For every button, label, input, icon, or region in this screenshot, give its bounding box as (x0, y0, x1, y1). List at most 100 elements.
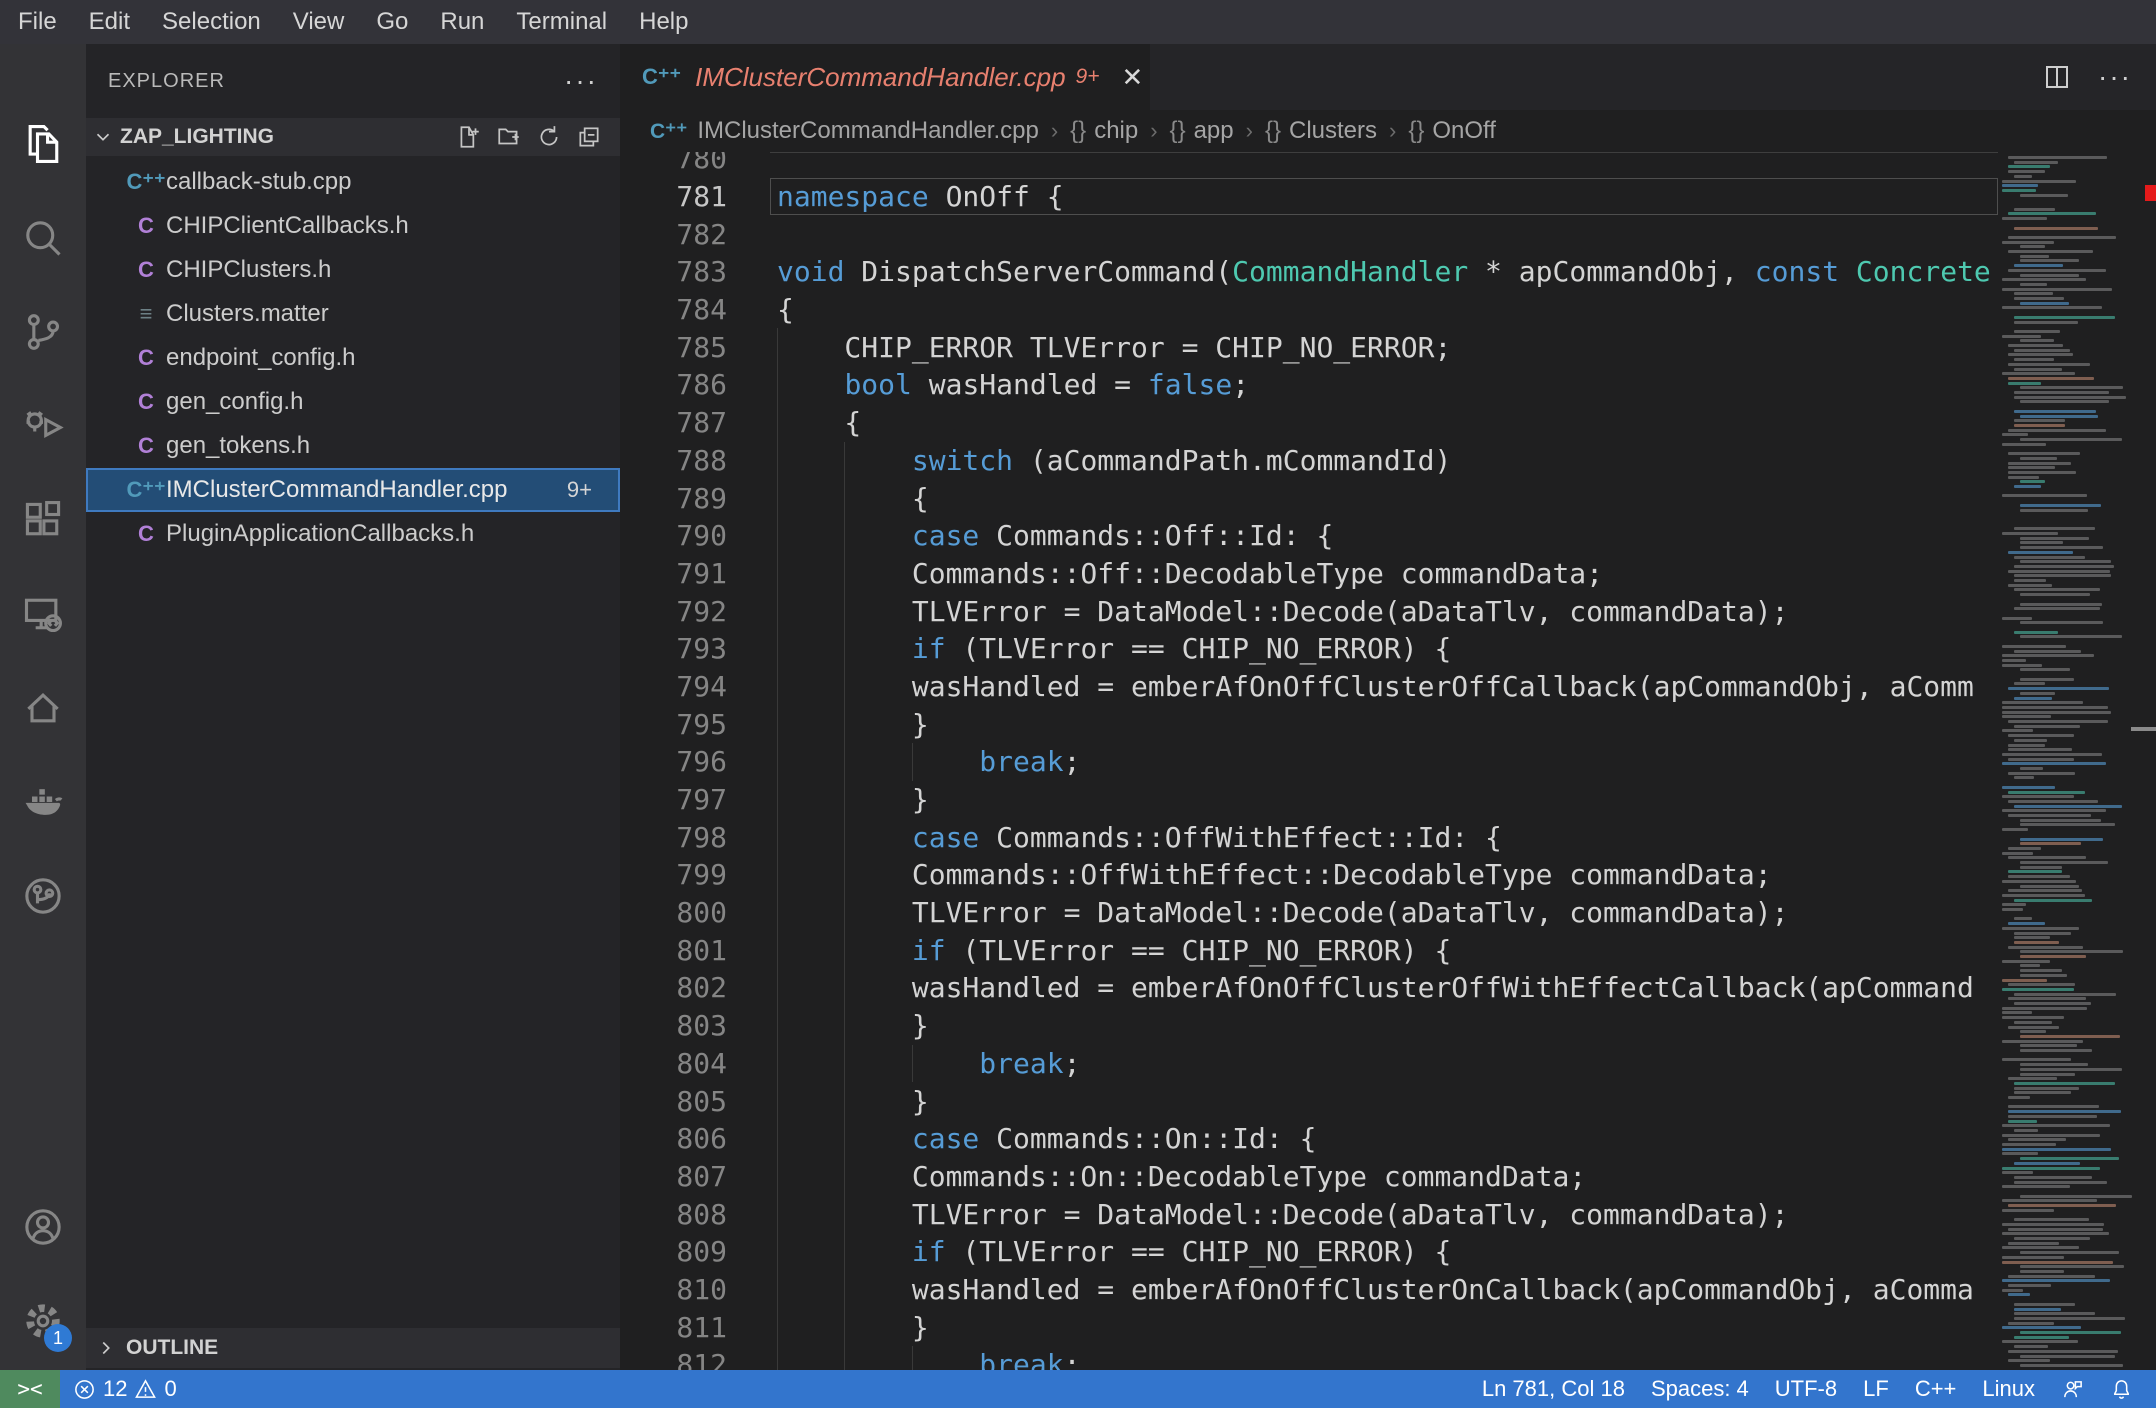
menu-item-go[interactable]: Go (360, 0, 424, 44)
menu-item-help[interactable]: Help (623, 0, 704, 44)
h-file-icon: C (138, 345, 154, 370)
outline-section-header[interactable]: OUTLINE (86, 1328, 620, 1368)
code-line-796[interactable]: 796 break; (620, 743, 1998, 781)
file-name: Clusters.matter (166, 300, 329, 327)
activity-bar-item-circle-branch[interactable] (0, 849, 86, 943)
activity-bar-item-search[interactable] (0, 191, 86, 285)
encoding-status[interactable]: UTF-8 (1762, 1370, 1850, 1408)
code-line-791[interactable]: 791 Commands::Off::DecodableType command… (620, 554, 1998, 593)
code-line-811[interactable]: 811 } (620, 1308, 1998, 1346)
menu-item-run[interactable]: Run (424, 0, 500, 44)
code-line-809[interactable]: 809 if (TLVError == CHIP_NO_ERROR) { (620, 1232, 1998, 1271)
folder-section-header[interactable]: ZAP_LIGHTING (86, 118, 620, 156)
home-icon (27, 693, 59, 723)
feedback-icon[interactable] (2048, 1370, 2097, 1408)
code-line-801[interactable]: 801 if (TLVError == CHIP_NO_ERROR) { (620, 931, 1998, 970)
namespace-symbol-icon: {} (1264, 117, 1281, 144)
breadcrumb-item-onoff[interactable]: {} OnOff (1408, 117, 1496, 145)
code-line-784[interactable]: 784 { (620, 291, 1998, 329)
menu-item-terminal[interactable]: Terminal (500, 0, 623, 44)
indent-guide (777, 1308, 778, 1346)
file-item-callback-stub-cpp[interactable]: C⁺⁺ callback-stub.cpp (86, 160, 620, 204)
close-tab-icon[interactable]: ✕ (1121, 62, 1143, 93)
code-line-781[interactable]: 781 namespace OnOff { (620, 177, 1998, 216)
code-line-810[interactable]: 810 wasHandled = emberAfOnOffClusterOnCa… (620, 1270, 1998, 1309)
more-actions-icon[interactable]: ··· (2098, 61, 2132, 93)
refresh-icon[interactable] (536, 124, 562, 150)
code-line-792[interactable]: 792 TLVError = DataModel::Decode(aDataTl… (620, 592, 1998, 630)
overview-ruler[interactable] (2131, 152, 2156, 1370)
file-item-pluginapplicationcallbacks-h[interactable]: C PluginApplicationCallbacks.h (86, 512, 620, 556)
code-line-805[interactable]: 805 } (620, 1082, 1998, 1120)
indentation-status[interactable]: Spaces: 4 (1638, 1370, 1762, 1408)
breadcrumb-label: chip (1094, 117, 1139, 144)
line-content: if (TLVError == CHIP_NO_ERROR) { (911, 933, 1452, 967)
code-line-794[interactable]: 794 wasHandled = emberAfOnOffClusterOffC… (620, 667, 1998, 706)
code-line-806[interactable]: 806 case Commands::On::Id: { (620, 1119, 1998, 1158)
activity-bar-item-docker[interactable] (0, 755, 86, 849)
language-mode[interactable]: C++ (1902, 1370, 1970, 1408)
eol-status[interactable]: LF (1850, 1370, 1902, 1408)
code-line-812[interactable]: 812 break; (620, 1346, 1998, 1370)
file-item-clusters-matter[interactable]: ≡ Clusters.matter (86, 292, 620, 336)
file-item-gen-config-h[interactable]: Cgen_config.h (86, 380, 620, 424)
new-folder-icon[interactable] (496, 124, 522, 150)
problems-status[interactable]: 12 0 (60, 1370, 190, 1408)
activity-bar-item-remote-explorer[interactable] (0, 567, 86, 661)
code-line-785[interactable]: 785 CHIP_ERROR TLVError = CHIP_NO_ERROR; (620, 328, 1998, 367)
views-and-more-actions-button[interactable]: ··· (564, 65, 598, 97)
file-item-gen-tokens-h[interactable]: Cgen_tokens.h (86, 424, 620, 468)
activity-bar-item-home[interactable] (0, 661, 86, 755)
code-line-783[interactable]: 783 void DispatchServerCommand(CommandHan… (620, 253, 1998, 291)
new-file-icon[interactable] (456, 124, 482, 150)
menu-item-selection[interactable]: Selection (146, 0, 277, 44)
indent-guide (844, 592, 846, 630)
code-line-795[interactable]: 795 } (620, 705, 1998, 743)
chevron-right-icon (86, 1337, 126, 1359)
minimap[interactable] (1998, 152, 2135, 1370)
code-line-802[interactable]: 802 wasHandled = emberAfOnOffClusterOffW… (620, 969, 1998, 1007)
code-line-793[interactable]: 793 if (TLVError == CHIP_NO_ERROR) { (620, 629, 1998, 668)
activity-bar-item-accounts[interactable] (0, 1180, 86, 1274)
code-line-782[interactable]: 782 (620, 215, 1998, 253)
breadcrumb-item-app[interactable]: {} app (1170, 117, 1234, 145)
code-line-780[interactable]: 780 (620, 152, 1998, 178)
activity-bar-item-files[interactable] (0, 97, 86, 191)
code-editor[interactable]: 780 781 namespace OnOff {782 783 void Dispat… (620, 152, 2156, 1370)
activity-bar-item-run-debug[interactable] (0, 379, 86, 473)
activity-bar-item-settings[interactable]: 1 (0, 1274, 86, 1368)
menu-item-edit[interactable]: Edit (73, 0, 146, 44)
code-line-804[interactable]: 804 break; (620, 1044, 1998, 1083)
code-line-803[interactable]: 803 } (620, 1006, 1998, 1045)
file-item-endpoint-config-h[interactable]: Cendpoint_config.h (86, 336, 620, 380)
code-line-789[interactable]: 789 { (620, 479, 1998, 517)
code-line-807[interactable]: 807 Commands::On::DecodableType commandD… (620, 1157, 1998, 1196)
breadcrumb-item-chip[interactable]: {} chip (1070, 117, 1138, 145)
remote-os[interactable]: Linux (1969, 1370, 2048, 1408)
file-item-chipclusters-h[interactable]: C CHIPClusters.h (86, 248, 620, 292)
activity-bar-item-source-control[interactable] (0, 285, 86, 379)
code-line-786[interactable]: 786 bool wasHandled = false; (620, 366, 1998, 404)
code-line-790[interactable]: 790 case Commands::Off::Id: { (620, 516, 1998, 555)
code-line-787[interactable]: 787 { (620, 403, 1998, 442)
tab-imclustercommandhandler[interactable]: C⁺⁺ IMClusterCommandHandler.cpp 9+ ✕ (620, 44, 1150, 110)
code-line-808[interactable]: 808 TLVError = DataModel::Decode(aDataTl… (620, 1195, 1998, 1233)
notifications-bell-icon[interactable] (2097, 1370, 2146, 1408)
code-line-799[interactable]: 799 Commands::OffWithEffect::DecodableTy… (620, 856, 1998, 894)
menu-item-view[interactable]: View (277, 0, 361, 44)
remote-indicator[interactable]: >< (0, 1370, 60, 1408)
file-item-chipclientcallbacks-h[interactable]: C CHIPClientCallbacks.h (86, 204, 620, 248)
code-line-788[interactable]: 788 switch (aCommandPath.mCommandId) (620, 441, 1998, 480)
file-item-imclustercommandhandler-cpp[interactable]: C⁺⁺ IMClusterCommandHandler.cpp 9+ (86, 468, 620, 512)
code-line-800[interactable]: 800 TLVError = DataModel::Decode(aDataTl… (620, 893, 1998, 932)
split-editor-icon[interactable] (2042, 62, 2072, 92)
cursor-position[interactable]: Ln 781, Col 18 (1469, 1370, 1638, 1408)
menu-item-file[interactable]: File (2, 0, 73, 44)
breadcrumb-item-imclustercommandhandler-cpp[interactable]: C⁺⁺ IMClusterCommandHandler.cpp (650, 117, 1039, 145)
code-line-798[interactable]: 798 case Commands::OffWithEffect::Id: { (620, 818, 1998, 857)
line-content: wasHandled = emberAfOnOffClusterOffCallb… (777, 669, 1974, 703)
collapse-all-icon[interactable] (576, 124, 602, 150)
code-line-797[interactable]: 797 } (620, 780, 1998, 819)
activity-bar-item-extensions[interactable] (0, 473, 86, 567)
breadcrumb-item-clusters[interactable]: {} Clusters (1265, 117, 1377, 145)
